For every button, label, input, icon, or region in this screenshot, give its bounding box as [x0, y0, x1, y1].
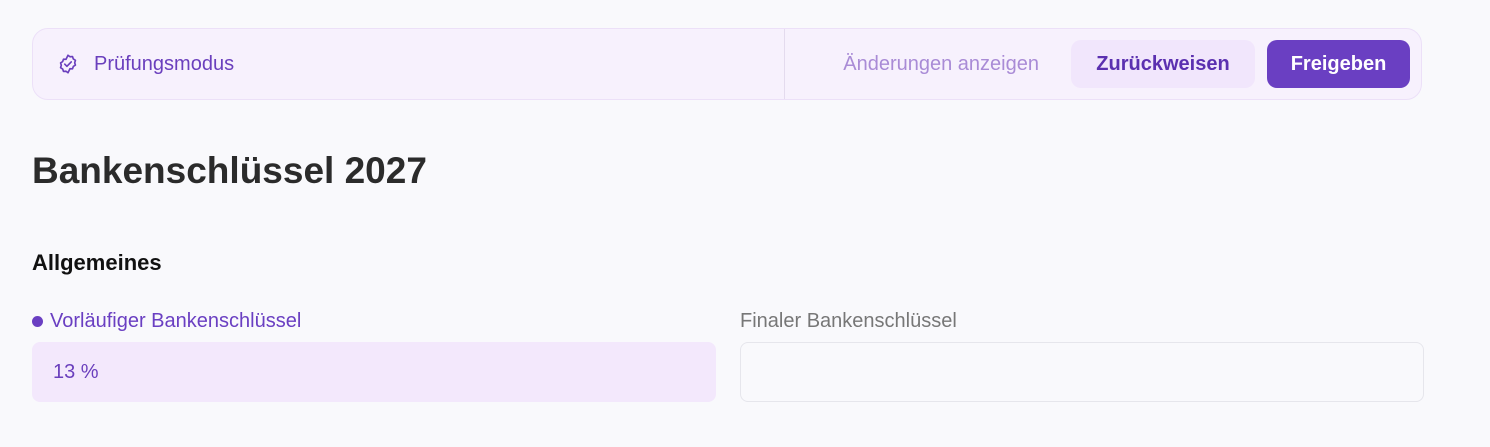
review-mode-bar: Prüfungsmodus Änderungen anzeigen Zurück…	[32, 28, 1422, 100]
check-badge-icon	[57, 53, 79, 75]
field-label-preliminary: Vorläufiger Bankenschlüssel	[32, 308, 716, 334]
review-actions: Änderungen anzeigen Zurückweisen Freigeb…	[785, 29, 1421, 99]
reject-button[interactable]: Zurückweisen	[1071, 40, 1255, 88]
field-label-preliminary-text: Vorläufiger Bankenschlüssel	[50, 309, 302, 332]
field-preliminary-bank-key: Vorläufiger Bankenschlüssel	[32, 308, 716, 402]
section-title: Allgemeines	[32, 250, 162, 275]
field-label-final-text: Finaler Bankenschlüssel	[740, 309, 957, 332]
approve-button[interactable]: Freigeben	[1267, 40, 1410, 88]
preliminary-bank-key-input[interactable]	[32, 342, 716, 402]
changed-indicator-dot	[32, 315, 43, 327]
review-mode-label: Prüfungsmodus	[94, 52, 235, 75]
page-title: Bankenschlüssel 2027	[32, 150, 427, 191]
field-final-bank-key: Finaler Bankenschlüssel	[740, 308, 1424, 402]
field-label-final: Finaler Bankenschlüssel	[740, 308, 1424, 334]
review-mode-indicator: Prüfungsmodus	[33, 29, 785, 99]
show-changes-button[interactable]: Änderungen anzeigen	[827, 40, 1055, 88]
final-bank-key-input[interactable]	[740, 342, 1424, 402]
